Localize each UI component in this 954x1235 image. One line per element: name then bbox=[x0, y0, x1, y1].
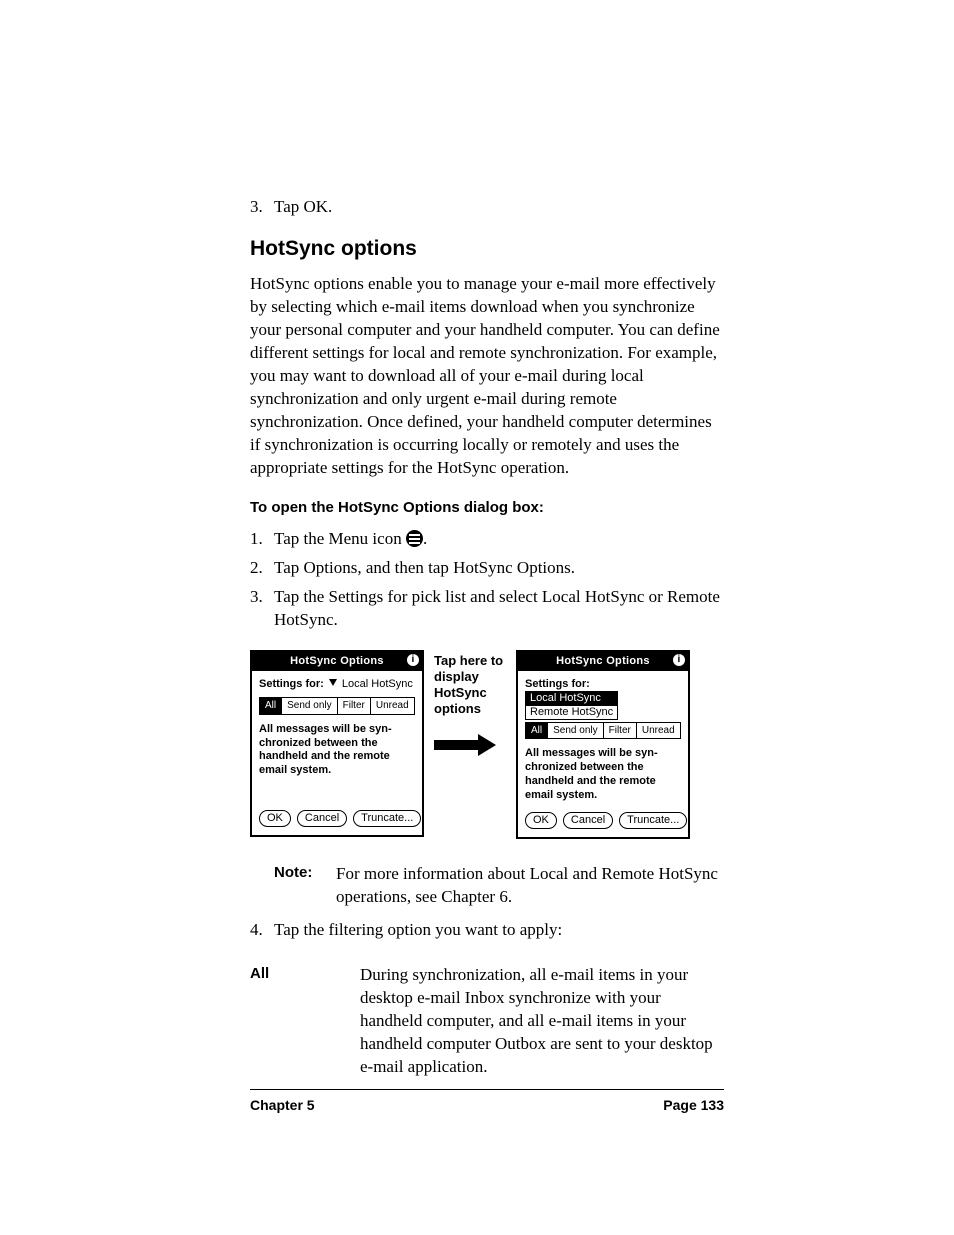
tab-unread: Unread bbox=[371, 697, 415, 715]
definition-term: All bbox=[250, 964, 360, 1079]
settings-for-line: Settings for: Local HotSync Remote HotSy… bbox=[525, 677, 681, 720]
filter-tabs: All Send only Filter Unread bbox=[259, 697, 415, 715]
filter-tabs: All Send only Filter Unread bbox=[525, 722, 681, 740]
page-footer: Chapter 5 Page 133 bbox=[250, 1089, 724, 1115]
tab-filter: Filter bbox=[604, 722, 637, 740]
prior-step-3: 3. Tap OK. bbox=[250, 196, 724, 219]
section-heading: HotSync options bbox=[250, 235, 724, 263]
dialog-title: HotSync Options bbox=[290, 655, 384, 667]
cancel-button: Cancel bbox=[563, 812, 613, 829]
note-block: Note: For more information about Local a… bbox=[250, 863, 724, 909]
settings-for-value: Local HotSync bbox=[342, 678, 413, 690]
truncate-button: Truncate... bbox=[619, 812, 687, 829]
cancel-button: Cancel bbox=[297, 810, 347, 827]
definition-all: All During synchronization, all e-mail i… bbox=[250, 964, 724, 1079]
footer-page: Page 133 bbox=[663, 1096, 724, 1115]
tab-filter: Filter bbox=[338, 697, 371, 715]
footer-chapter: Chapter 5 bbox=[250, 1096, 315, 1115]
open-step-2: 2. Tap Options, and then tap HotSync Opt… bbox=[250, 557, 724, 580]
dialog-title-bar: HotSync Options i bbox=[518, 652, 688, 671]
step-text: Tap the filtering option you want to app… bbox=[274, 919, 562, 942]
intro-paragraph: HotSync options enable you to manage you… bbox=[250, 273, 724, 479]
step-text-pre: Tap the Menu icon bbox=[274, 529, 406, 548]
tab-send-only: Send only bbox=[548, 722, 603, 740]
dialog-body: Settings for: Local HotSync All Send onl… bbox=[252, 671, 422, 835]
dialog-button-row: OK Cancel Truncate... bbox=[259, 810, 415, 827]
tab-all: All bbox=[525, 722, 548, 740]
ok-button: OK bbox=[525, 812, 557, 829]
figure-caption: Tap here to display HotSync options bbox=[434, 650, 506, 754]
step-number: 4. bbox=[250, 919, 274, 942]
info-icon: i bbox=[673, 654, 685, 666]
dropdown-option-local: Local HotSync bbox=[526, 692, 617, 705]
open-step-4: 4. Tap the filtering option you want to … bbox=[250, 919, 724, 942]
content-column: 3. Tap OK. HotSync options HotSync optio… bbox=[250, 196, 724, 1079]
step-text: Tap OK. bbox=[274, 196, 332, 219]
settings-for-label: Settings for: bbox=[525, 678, 590, 690]
note-label: Note: bbox=[274, 863, 336, 909]
dialog-button-row: OK Cancel Truncate... bbox=[525, 812, 681, 829]
step-number: 3. bbox=[250, 586, 274, 632]
dialog-title: HotSync Options bbox=[556, 655, 650, 667]
palm-screenshot-left: HotSync Options i Settings for: Local Ho… bbox=[250, 650, 424, 837]
open-step-1: 1. Tap the Menu icon . bbox=[250, 528, 724, 551]
settings-for-dropdown: Local HotSync Remote HotSync bbox=[525, 691, 618, 719]
tab-unread: Unread bbox=[637, 722, 681, 740]
arrow-icon bbox=[434, 736, 496, 754]
dialog-message: All messages will be syn- chronized betw… bbox=[525, 747, 681, 802]
step-text-post: . bbox=[423, 529, 427, 548]
menu-icon bbox=[406, 530, 423, 547]
info-icon: i bbox=[407, 654, 419, 666]
step-text: Tap the Settings for pick list and selec… bbox=[274, 586, 724, 632]
settings-for-line: Settings for: Local HotSync bbox=[259, 677, 415, 692]
dialog-message: All messages will be syn- chronized betw… bbox=[259, 723, 415, 800]
settings-for-label: Settings for: bbox=[259, 678, 324, 690]
figure-row: HotSync Options i Settings for: Local Ho… bbox=[250, 650, 724, 840]
caption-text: Tap here to display HotSync options bbox=[434, 653, 506, 718]
step-number: 1. bbox=[250, 528, 274, 551]
document-page: 3. Tap OK. HotSync options HotSync optio… bbox=[0, 0, 954, 1235]
tab-all: All bbox=[259, 697, 282, 715]
step-text: Tap Options, and then tap HotSync Option… bbox=[274, 557, 575, 580]
open-step-3: 3. Tap the Settings for pick list and se… bbox=[250, 586, 724, 632]
step-number: 2. bbox=[250, 557, 274, 580]
step-text: Tap the Menu icon . bbox=[274, 528, 427, 551]
step-number: 3. bbox=[250, 196, 274, 219]
definition-text: During synchronization, all e-mail items… bbox=[360, 964, 724, 1079]
dialog-title-bar: HotSync Options i bbox=[252, 652, 422, 671]
truncate-button: Truncate... bbox=[353, 810, 421, 827]
tab-send-only: Send only bbox=[282, 697, 337, 715]
dropdown-option-remote: Remote HotSync bbox=[526, 706, 617, 719]
palm-screenshot-right: HotSync Options i Settings for: Local Ho… bbox=[516, 650, 690, 840]
dialog-body: Settings for: Local HotSync Remote HotSy… bbox=[518, 671, 688, 838]
ok-button: OK bbox=[259, 810, 291, 827]
procedure-subhead: To open the HotSync Options dialog box: bbox=[250, 498, 724, 518]
dropdown-triangle-icon bbox=[329, 679, 337, 686]
note-text: For more information about Local and Rem… bbox=[336, 863, 724, 909]
